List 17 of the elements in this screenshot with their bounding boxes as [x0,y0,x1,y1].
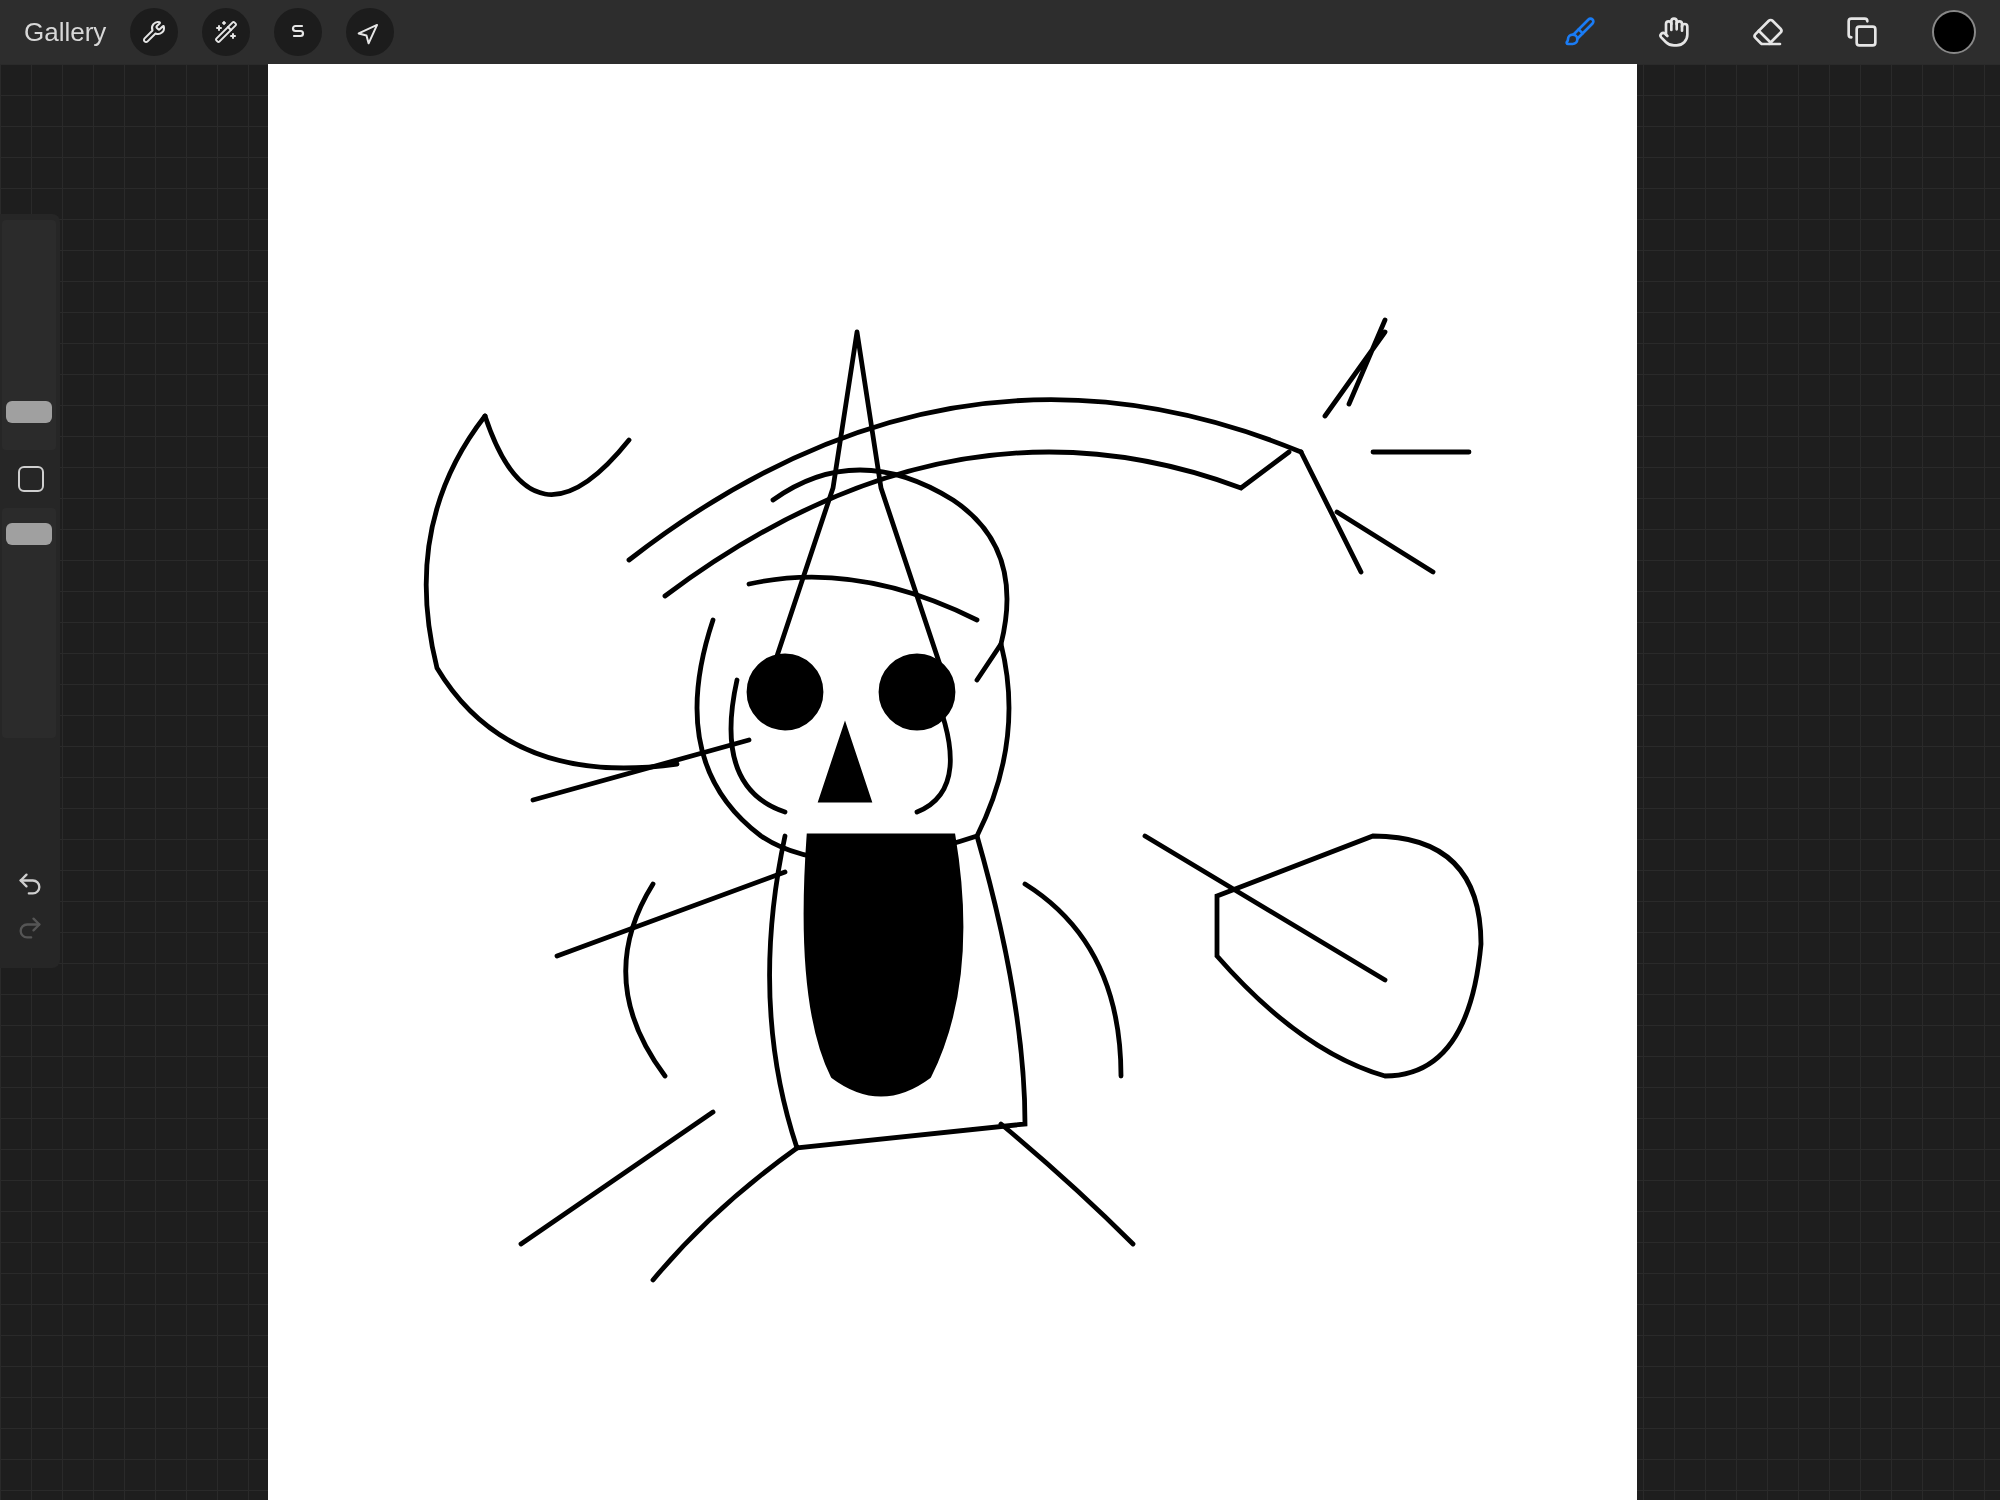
toolbar-button[interactable] [346,8,395,56]
layers-icon[interactable] [1846,16,1878,48]
wrench-icon [142,20,167,44]
modify-button[interactable] [18,466,44,492]
toolbar-button[interactable] [130,8,179,56]
toolbar-button[interactable] [202,8,251,56]
color-swatch[interactable] [1932,10,1976,54]
slider-thumb[interactable] [6,522,52,545]
brush-icon[interactable] [1564,16,1596,48]
magic-wand-icon [214,20,239,44]
brush-size-slider[interactable] [2,220,56,450]
gallery-button[interactable]: Gallery [24,12,107,52]
toolbar-button[interactable] [274,8,323,56]
eraser-icon[interactable] [1752,16,1784,48]
opacity-slider[interactable] [2,508,56,738]
canvas[interactable] [268,64,1637,1500]
slider-thumb[interactable] [6,400,52,423]
